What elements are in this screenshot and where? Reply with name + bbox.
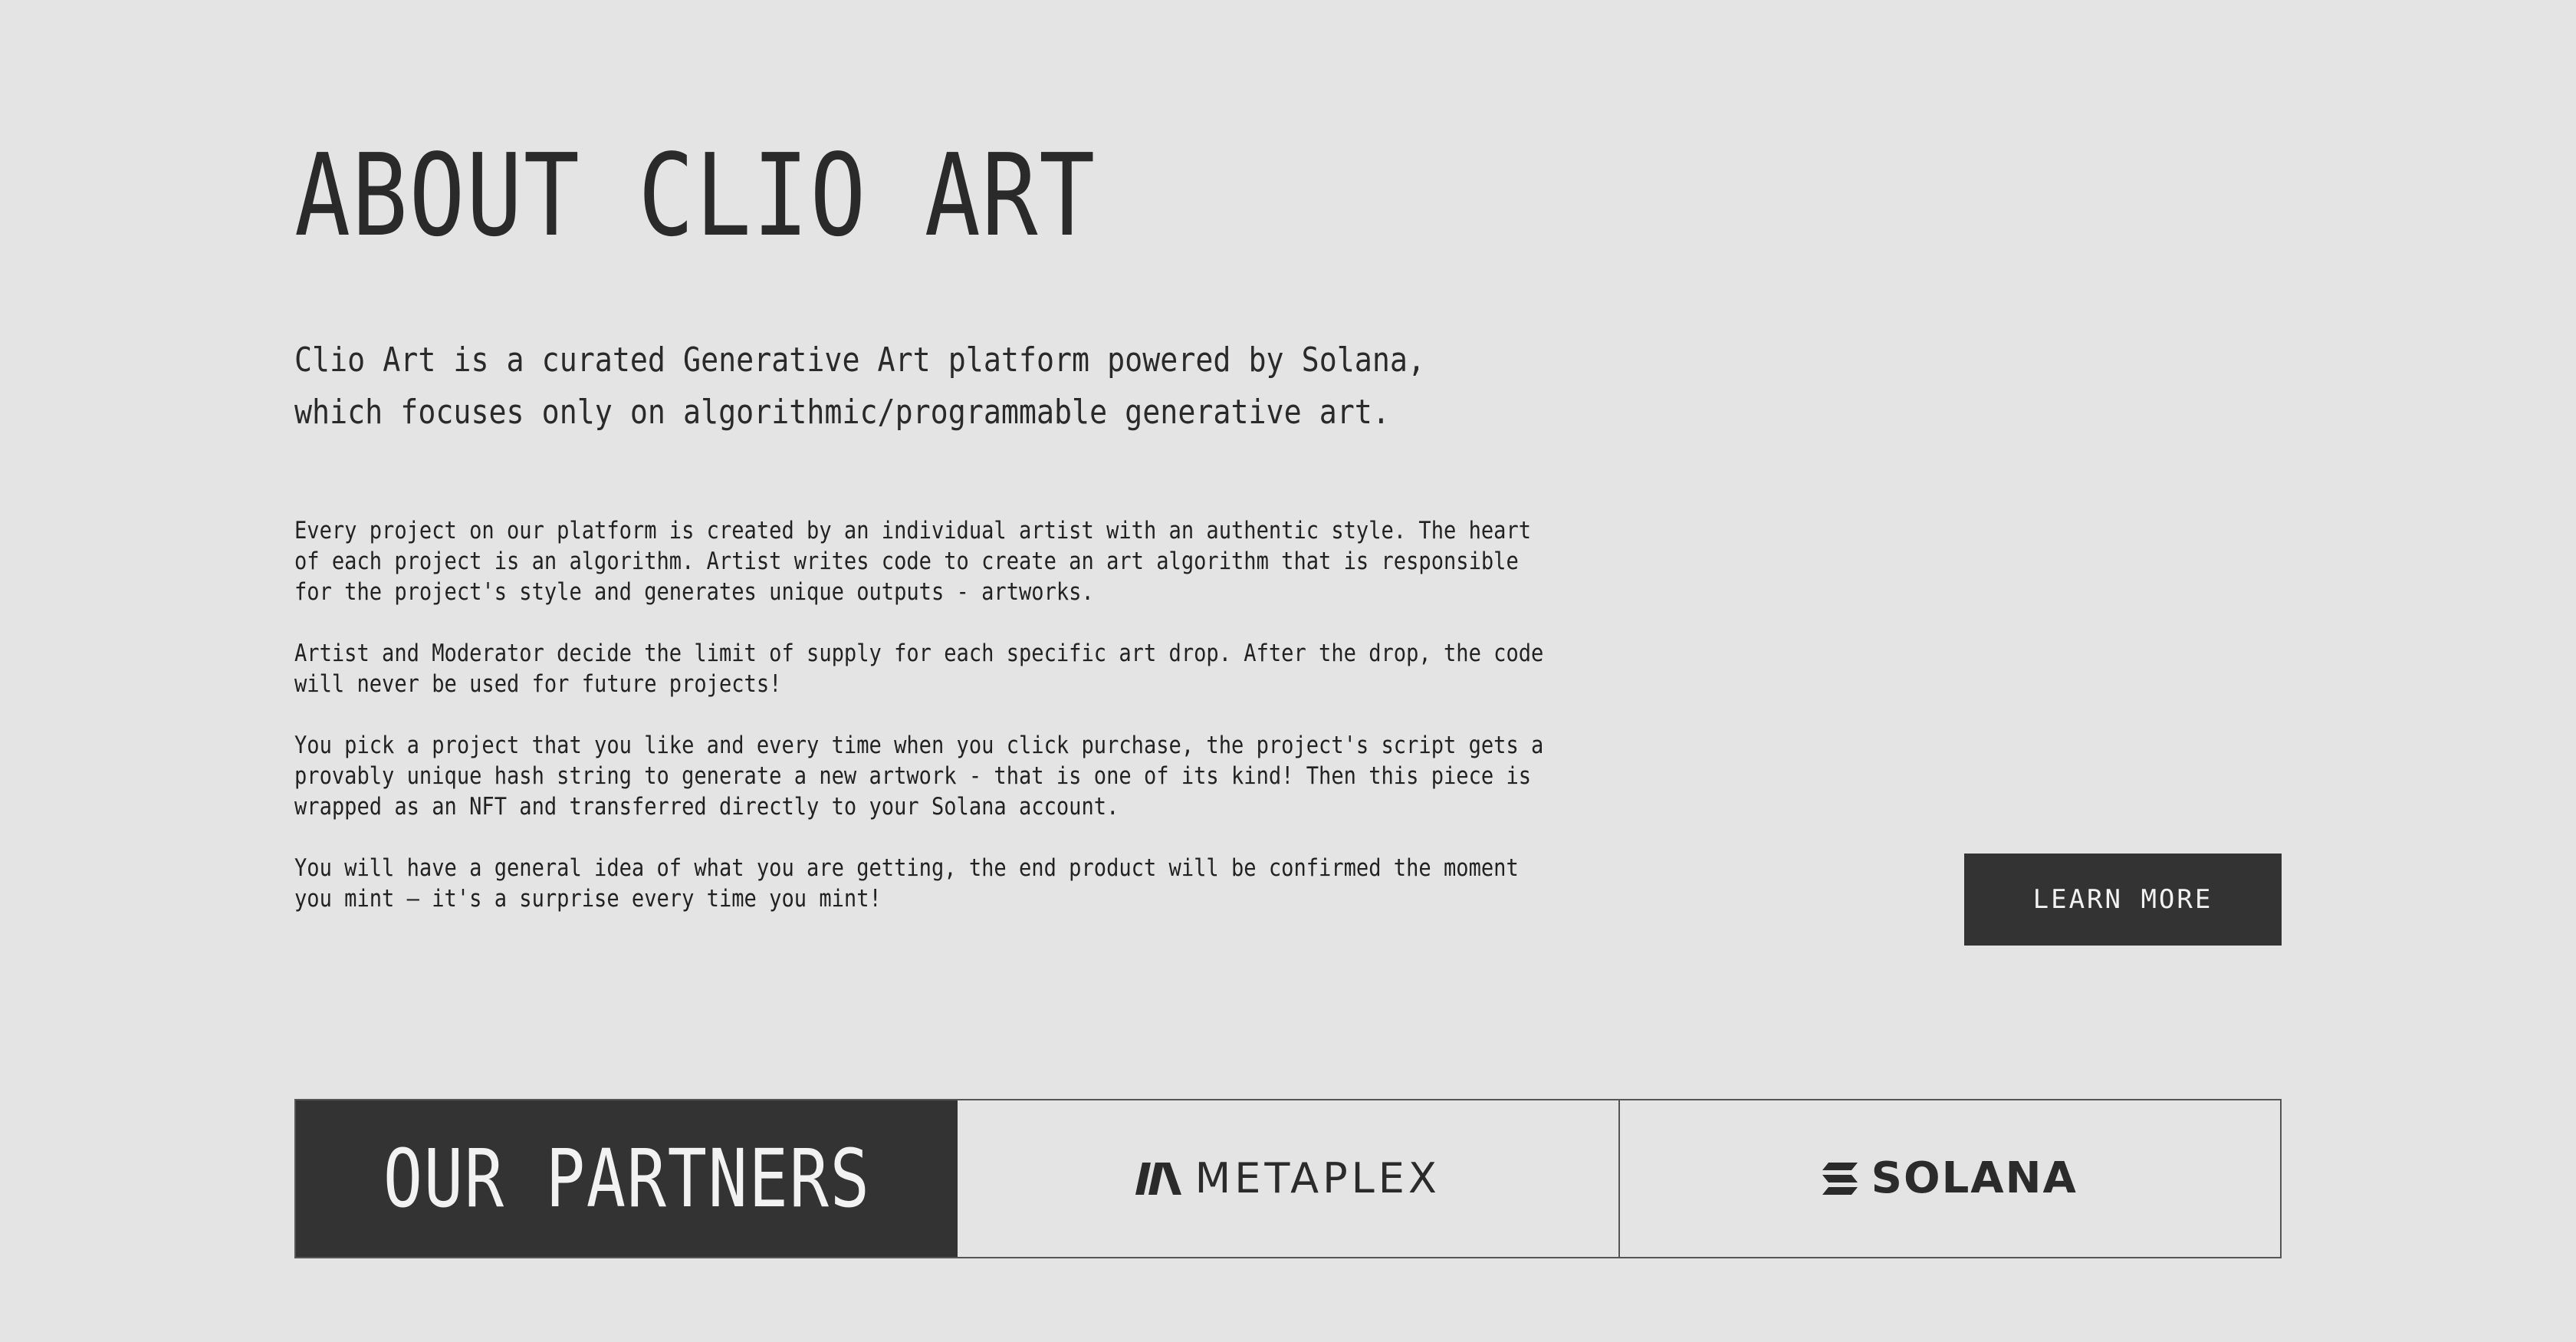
partner-solana[interactable]: SOLANA [1618, 1100, 2281, 1257]
partners-heading-label: OUR PARTNERS [383, 1132, 871, 1225]
metaplex-logo: METAPLEX [1135, 1158, 1441, 1199]
about-page: ABOUT CLIO ART Clio Art is a curated Gen… [0, 0, 2576, 1342]
partners-heading: OUR PARTNERS [296, 1100, 958, 1257]
partners-strip: OUR PARTNERS METAPLEX SOLANA [294, 1099, 2282, 1258]
solana-logo-text: SOLANA [1871, 1153, 2078, 1203]
about-paragraph: Artist and Moderator decide the limit of… [294, 640, 1544, 698]
about-description: Every project on our platform is created… [294, 515, 1559, 945]
page-title: ABOUT CLIO ART [294, 130, 1096, 261]
partner-metaplex[interactable]: METAPLEX [958, 1100, 1618, 1257]
lead-paragraph: Clio Art is a curated Generative Art pla… [294, 340, 1425, 432]
about-paragraph: You will have a general idea of what you… [294, 854, 1519, 913]
solana-logo: SOLANA [1822, 1157, 2078, 1200]
learn-more-button[interactable]: LEARN MORE [1964, 854, 2282, 946]
about-paragraph: You pick a project that you like and eve… [294, 732, 1544, 821]
about-paragraph: Every project on our platform is created… [294, 517, 1532, 606]
solana-logo-icon [1822, 1163, 1858, 1195]
metaplex-logo-text: METAPLEX [1194, 1154, 1441, 1202]
metaplex-logo-icon [1135, 1163, 1181, 1195]
